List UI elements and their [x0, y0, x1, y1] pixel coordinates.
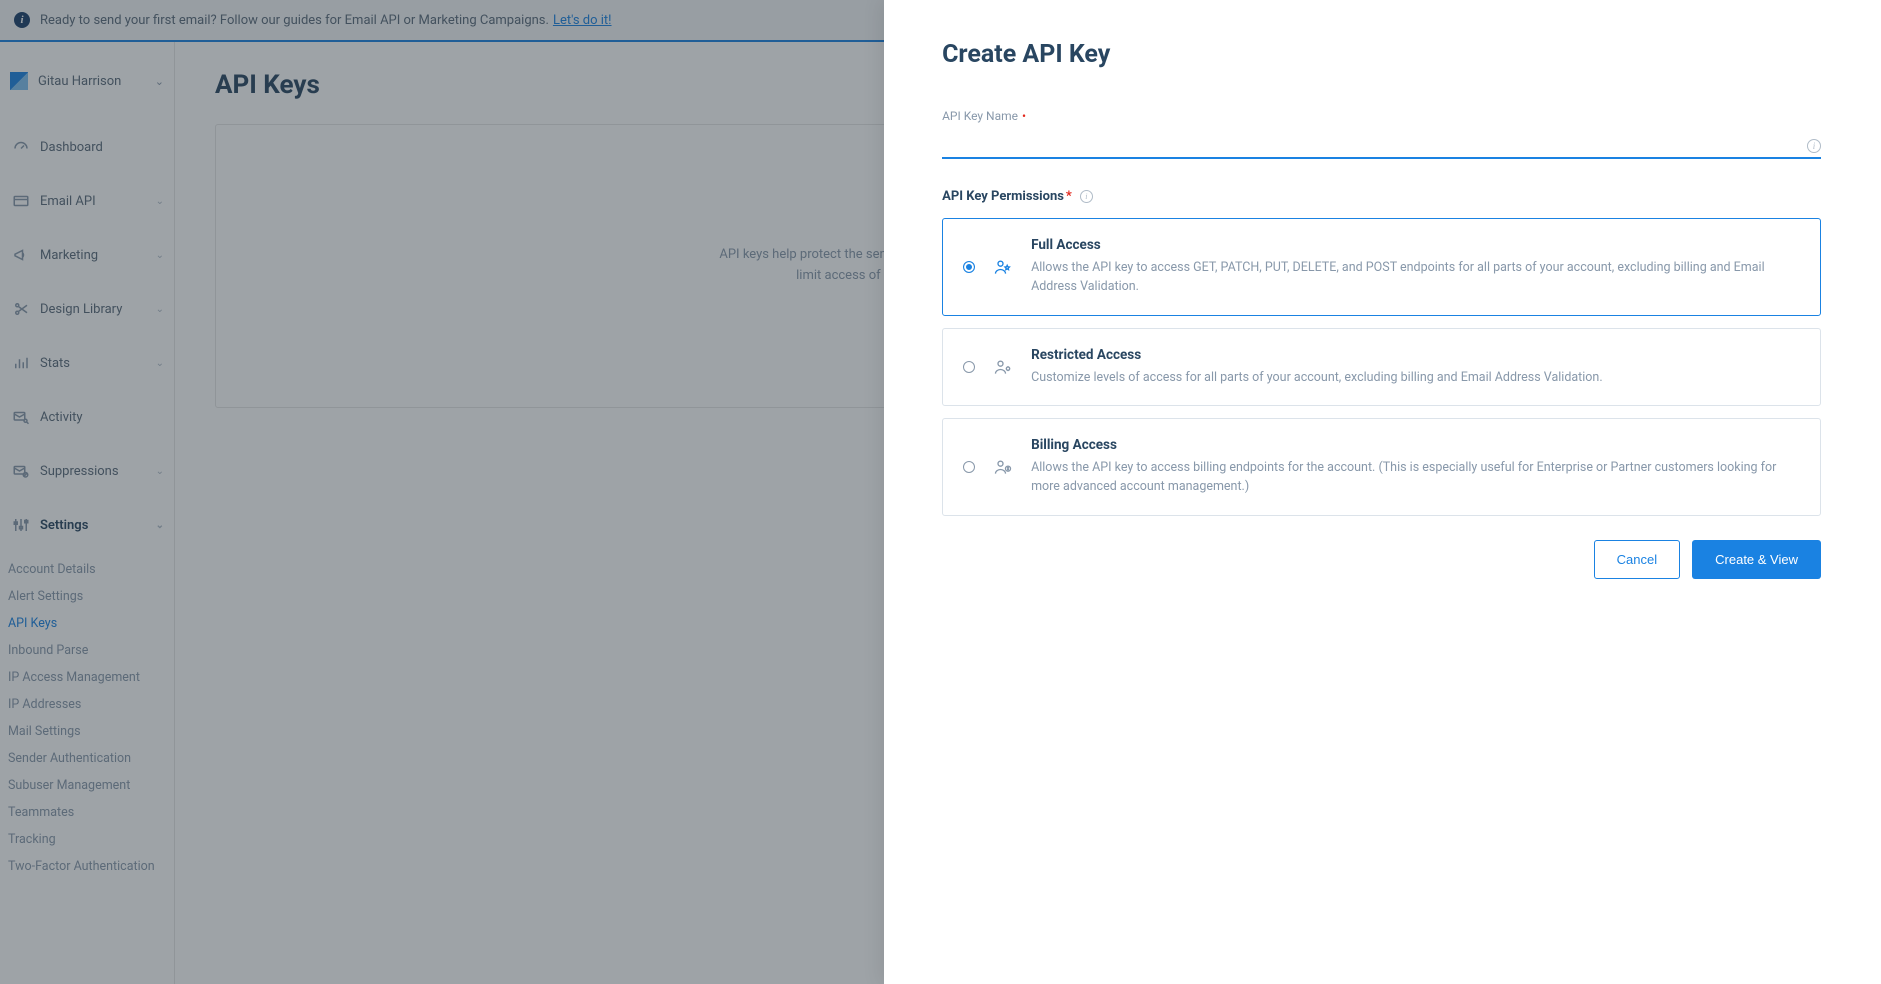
perm-option-billing-access[interactable]: Billing Access Allows the API key to acc… [942, 418, 1821, 516]
drawer-actions: Cancel Create & View [942, 540, 1821, 579]
radio-icon [963, 361, 975, 373]
perm-option-full-access[interactable]: Full Access Allows the API key to access… [942, 218, 1821, 316]
cancel-button[interactable]: Cancel [1594, 540, 1680, 579]
perm-title: Full Access [1031, 237, 1800, 253]
radio-icon [963, 261, 975, 273]
perm-desc: Allows the API key to access billing end… [1031, 459, 1800, 497]
api-key-name-input[interactable] [942, 129, 1821, 159]
api-key-name-field: API Key Name • i [942, 109, 1821, 159]
perm-option-restricted-access[interactable]: Restricted Access Customize levels of ac… [942, 328, 1821, 407]
user-dollar-icon [993, 457, 1013, 477]
required-marker: * [1066, 189, 1072, 204]
perm-title: Restricted Access [1031, 347, 1800, 363]
radio-icon [963, 461, 975, 473]
info-icon[interactable]: i [1080, 190, 1093, 203]
drawer-title: Create API Key [942, 40, 1821, 69]
create-view-button[interactable]: Create & View [1692, 540, 1821, 579]
perm-desc: Allows the API key to access GET, PATCH,… [1031, 259, 1800, 297]
user-star-icon [993, 257, 1013, 277]
create-api-key-drawer: Create API Key API Key Name • i API Key … [884, 0, 1881, 984]
required-marker: • [1022, 109, 1026, 123]
permissions-label: API Key Permissions * i [942, 189, 1821, 204]
user-gear-icon [993, 357, 1013, 377]
api-key-name-label: API Key Name • [942, 109, 1821, 123]
perm-desc: Customize levels of access for all parts… [1031, 369, 1800, 388]
perm-title: Billing Access [1031, 437, 1800, 453]
info-icon[interactable]: i [1807, 139, 1821, 153]
